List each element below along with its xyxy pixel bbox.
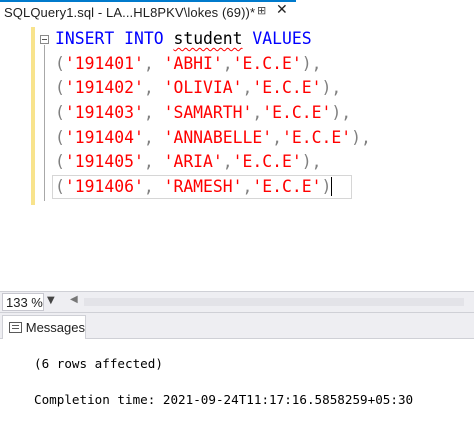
scroll-left-icon[interactable]: ◀: [70, 294, 78, 305]
punctuation: ,: [143, 177, 164, 197]
code-line[interactable]: ('191403', 'SAMARTH','E.C.E'),: [55, 101, 371, 126]
code-line[interactable]: ('191401', 'ABHI','E.C.E'),: [55, 52, 371, 77]
punctuation: ,: [252, 103, 263, 123]
punctuation: (: [55, 78, 65, 98]
punctuation: ),: [321, 78, 342, 98]
document-tab-bar: SQLQuery1.sql - LA...HL8PKV\lokes (69))*…: [0, 0, 474, 23]
sql-keyword: INTO: [124, 29, 164, 48]
change-tracking-bar: [31, 27, 35, 205]
string-literal: '191403': [64, 103, 144, 123]
identifier: [243, 29, 253, 48]
punctuation: ,: [222, 152, 233, 172]
punctuation: ,: [143, 53, 164, 73]
string-literal: '191405': [64, 152, 144, 172]
punctuation: ,: [242, 78, 253, 98]
close-icon[interactable]: ✕: [276, 2, 288, 18]
collapse-icon[interactable]: [40, 35, 49, 44]
code-line[interactable]: ('191406', 'RAMESH','E.C.E'): [55, 175, 371, 200]
messages-pane: (6 rows affected) Completion time: 2021-…: [0, 340, 474, 448]
code-area[interactable]: INSERT INTO student VALUES ('191401', 'AB…: [55, 27, 371, 200]
tab-bar-empty-area: [296, 0, 474, 23]
results-tab-strip: Messages: [0, 313, 474, 339]
sql-keyword: VALUES: [252, 29, 312, 48]
string-literal: 'E.C.E': [252, 177, 322, 197]
editor-gutter: [0, 23, 31, 291]
zoom-dropdown[interactable]: 133 %: [2, 293, 44, 311]
code-line[interactable]: ('191404', 'ANNABELLE','E.C.E'),: [55, 126, 371, 151]
punctuation: ,: [143, 103, 164, 123]
zoom-value: 133 %: [6, 294, 43, 310]
sql-keyword: INSERT: [55, 29, 115, 48]
code-line[interactable]: INSERT INTO student VALUES: [55, 27, 371, 52]
horizontal-scrollbar[interactable]: [84, 298, 464, 306]
pin-icon[interactable]: ⊞: [257, 4, 266, 17]
punctuation: (: [55, 177, 65, 197]
messages-icon: [9, 321, 22, 334]
text-caret: [331, 177, 333, 197]
rows-affected-message: (6 rows affected): [34, 356, 163, 371]
punctuation: (: [55, 127, 65, 147]
identifier: [164, 29, 174, 48]
string-literal: 'OLIVIA': [163, 78, 243, 98]
string-literal: 'ANNABELLE': [163, 127, 273, 147]
string-literal: 'ABHI': [163, 53, 223, 73]
punctuation: (: [55, 103, 65, 123]
query-tab[interactable]: SQLQuery1.sql - LA...HL8PKV\lokes (69))*…: [0, 0, 296, 23]
string-literal: 'E.C.E': [232, 152, 302, 172]
tab-messages-label: Messages: [25, 320, 85, 335]
punctuation: ,: [143, 127, 164, 147]
string-literal: 'SAMARTH': [163, 103, 253, 123]
punctuation: ,: [222, 53, 233, 73]
query-tab-title: SQLQuery1.sql - LA...HL8PKV\lokes (69))*: [4, 5, 256, 20]
identifier: [114, 29, 124, 48]
string-literal: '191406': [64, 177, 144, 197]
punctuation: ,: [272, 127, 283, 147]
punctuation: ): [321, 177, 332, 197]
punctuation: (: [55, 53, 65, 73]
string-literal: 'E.C.E': [232, 53, 302, 73]
punctuation: ),: [331, 103, 352, 123]
identifier: student: [173, 29, 243, 48]
code-line[interactable]: ('191402', 'OLIVIA','E.C.E'),: [55, 76, 371, 101]
string-literal: '191404': [64, 127, 144, 147]
string-literal: 'RAMESH': [163, 177, 243, 197]
string-literal: '191401': [64, 53, 144, 73]
code-line[interactable]: ('191405', 'ARIA','E.C.E'),: [55, 150, 371, 175]
editor-status-bar: 133 % ▼ ◀: [0, 291, 474, 313]
completion-time-message: Completion time: 2021-09-24T11:17:16.585…: [34, 392, 414, 407]
punctuation: (: [55, 152, 65, 172]
string-literal: 'ARIA': [163, 152, 223, 172]
punctuation: ,: [242, 177, 253, 197]
outline-guide: [44, 45, 45, 201]
string-literal: '191402': [64, 78, 144, 98]
punctuation: ),: [351, 127, 371, 147]
punctuation: ,: [143, 78, 164, 98]
string-literal: 'E.C.E': [282, 127, 352, 147]
string-literal: 'E.C.E': [252, 78, 322, 98]
punctuation: ),: [301, 53, 322, 73]
punctuation: ,: [143, 152, 164, 172]
string-literal: 'E.C.E': [262, 103, 332, 123]
tab-messages[interactable]: Messages: [2, 315, 86, 339]
punctuation: ),: [301, 152, 322, 172]
query-editor[interactable]: INSERT INTO student VALUES ('191401', 'AB…: [0, 23, 474, 291]
chevron-down-icon[interactable]: ▼: [47, 295, 55, 306]
